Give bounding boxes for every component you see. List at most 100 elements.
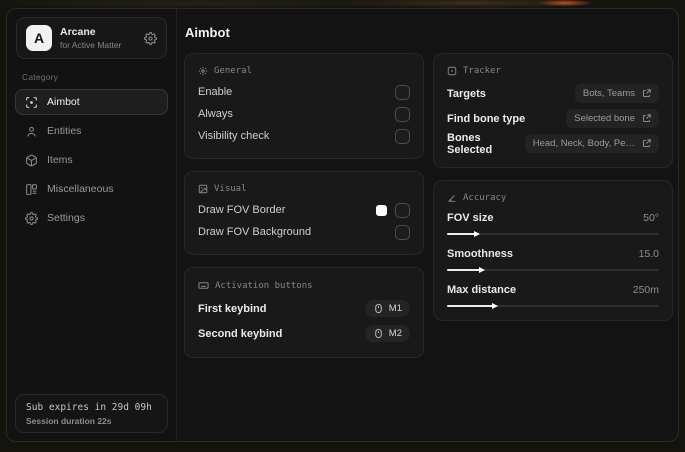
first-keybind-button[interactable]: M1 <box>364 300 410 317</box>
expand-icon <box>642 139 651 148</box>
sidebar-item-label: Entities <box>47 125 82 137</box>
fov-background-checkbox[interactable] <box>395 224 410 240</box>
activation-header: Activation buttons <box>198 280 410 291</box>
bones-selected-select[interactable]: Head, Neck, Body, Pe… <box>524 134 659 153</box>
visibility-check-checkbox[interactable] <box>395 128 410 144</box>
targets-select[interactable]: Bots, Teams <box>574 84 659 103</box>
sidebar-item-label: Settings <box>47 212 85 224</box>
app-title: Arcane <box>60 26 96 39</box>
mouse-icon <box>373 303 384 314</box>
session-duration-text: Session duration 22s <box>26 416 112 426</box>
second-keybind-button[interactable]: M2 <box>364 325 410 342</box>
smoothness-slider[interactable] <box>447 267 659 273</box>
tracker-row-targets: Targets Bots, Teams <box>447 81 659 106</box>
visual-card: Visual Draw FOV Border Draw FOV Backgrou… <box>184 171 424 255</box>
expand-icon <box>642 89 651 98</box>
brand-card: A Arcane for Active Matter <box>16 17 167 59</box>
setting-row-fov-background: Draw FOV Background <box>198 221 410 243</box>
page-title: Aimbot <box>185 25 230 40</box>
sub-expiry-text: Sub expires in 29d 09h <box>26 402 152 413</box>
setting-label: Draw FOV Border <box>198 204 286 216</box>
layout-grid-icon <box>25 183 38 196</box>
gear-icon[interactable] <box>144 31 157 45</box>
expand-icon <box>642 114 651 123</box>
general-header: General <box>198 66 410 76</box>
slider-max-distance: Max distance 250m <box>447 280 659 309</box>
mouse-icon <box>373 328 384 339</box>
section-title: Visual <box>214 184 247 194</box>
image-frame-icon <box>198 184 208 194</box>
slider-smoothness: Smoothness 15.0 <box>447 244 659 273</box>
keybind-row-second: Second keybind M2 <box>198 321 410 346</box>
category-label: Category <box>22 72 59 82</box>
brand-text: Arcane for Active Matter <box>60 25 121 50</box>
section-title: Tracker <box>463 66 501 76</box>
tracker-row-bones-selected: Bones Selected Head, Neck, Body, Pe… <box>447 131 659 156</box>
enable-checkbox[interactable] <box>395 84 410 100</box>
entities-person-icon <box>25 125 38 138</box>
max-distance-slider[interactable] <box>447 303 659 309</box>
sidebar-item-settings[interactable]: Settings <box>15 205 168 231</box>
select-value: Selected bone <box>574 113 635 124</box>
color-swatch[interactable] <box>376 204 387 216</box>
app-window: A Arcane for Active Matter Category Aimb… <box>6 8 679 442</box>
slider-fov-size: FOV size 50° <box>447 208 659 237</box>
setting-label: Always <box>198 108 233 120</box>
left-column: General Enable Always Visibility check V… <box>184 53 424 358</box>
slider-value: 250m <box>632 284 659 296</box>
slider-thumb[interactable] <box>473 231 480 237</box>
slider-label: FOV size <box>447 212 494 224</box>
subscription-card: Sub expires in 29d 09h Session duration … <box>15 394 168 433</box>
sidebar-item-label: Miscellaneous <box>47 183 114 195</box>
keyboard-icon <box>198 280 209 291</box>
main-content: Aimbot General Enable Always Visibility … <box>177 9 678 441</box>
tracker-row-find-bone: Find bone type Selected bone <box>447 106 659 131</box>
tracker-label: Find bone type <box>447 112 526 125</box>
select-value: Head, Neck, Body, Pe… <box>532 138 635 149</box>
sidebar-item-label: Aimbot <box>47 96 80 108</box>
setting-row-visibility-check: Visibility check <box>198 125 410 147</box>
keybind-label: First keybind <box>198 302 267 315</box>
always-checkbox[interactable] <box>395 106 410 122</box>
keybind-label: Second keybind <box>198 327 283 340</box>
setting-row-always: Always <box>198 103 410 125</box>
sidebar-item-aimbot[interactable]: Aimbot <box>15 89 168 115</box>
general-card: General Enable Always Visibility check <box>184 53 424 159</box>
slider-label: Smoothness <box>447 248 514 260</box>
settings-gear-icon <box>25 211 38 225</box>
tracker-card: Tracker Targets Bots, Teams Find bone ty… <box>433 53 673 168</box>
sidebar-item-label: Items <box>47 154 73 166</box>
slider-thumb[interactable] <box>491 303 498 309</box>
app-logo: A <box>26 25 52 51</box>
section-title: General <box>214 66 252 76</box>
keybind-row-first: First keybind M1 <box>198 296 410 321</box>
setting-label: Enable <box>198 86 233 98</box>
sidebar-item-miscellaneous[interactable]: Miscellaneous <box>15 176 168 202</box>
sidebar: A Arcane for Active Matter Category Aimb… <box>7 9 177 441</box>
fov-size-slider[interactable] <box>447 231 659 237</box>
app-subtitle: for Active Matter <box>60 39 122 50</box>
slider-thumb[interactable] <box>478 267 485 273</box>
accuracy-card: Accuracy FOV size 50° Smoothness 15.0 Ma… <box>433 180 673 321</box>
right-column: Tracker Targets Bots, Teams Find bone ty… <box>433 53 673 321</box>
select-value: Bots, Teams <box>582 88 635 99</box>
category-nav: Aimbot Entities Items Miscellaneous Sett… <box>7 89 176 231</box>
find-bone-type-select[interactable]: Selected bone <box>566 109 659 128</box>
sidebar-item-entities[interactable]: Entities <box>15 118 168 144</box>
activation-card: Activation buttons First keybind M1 Seco… <box>184 267 424 358</box>
setting-row-enable: Enable <box>198 81 410 103</box>
slider-label: Max distance <box>447 284 517 296</box>
crosshair-scan-icon <box>25 96 38 109</box>
sidebar-item-items[interactable]: Items <box>15 147 168 173</box>
setting-label: Draw FOV Background <box>198 226 312 238</box>
setting-label: Visibility check <box>198 130 270 142</box>
keybind-value: M2 <box>388 328 402 339</box>
fov-border-checkbox[interactable] <box>395 202 410 218</box>
cube-icon <box>25 154 38 167</box>
setting-row-fov-border: Draw FOV Border <box>198 199 410 221</box>
accuracy-header: Accuracy <box>447 193 659 203</box>
slider-value: 50° <box>643 212 659 224</box>
tracker-label: Targets <box>447 87 486 100</box>
keybind-value: M1 <box>388 303 402 314</box>
slider-value: 15.0 <box>638 248 659 260</box>
